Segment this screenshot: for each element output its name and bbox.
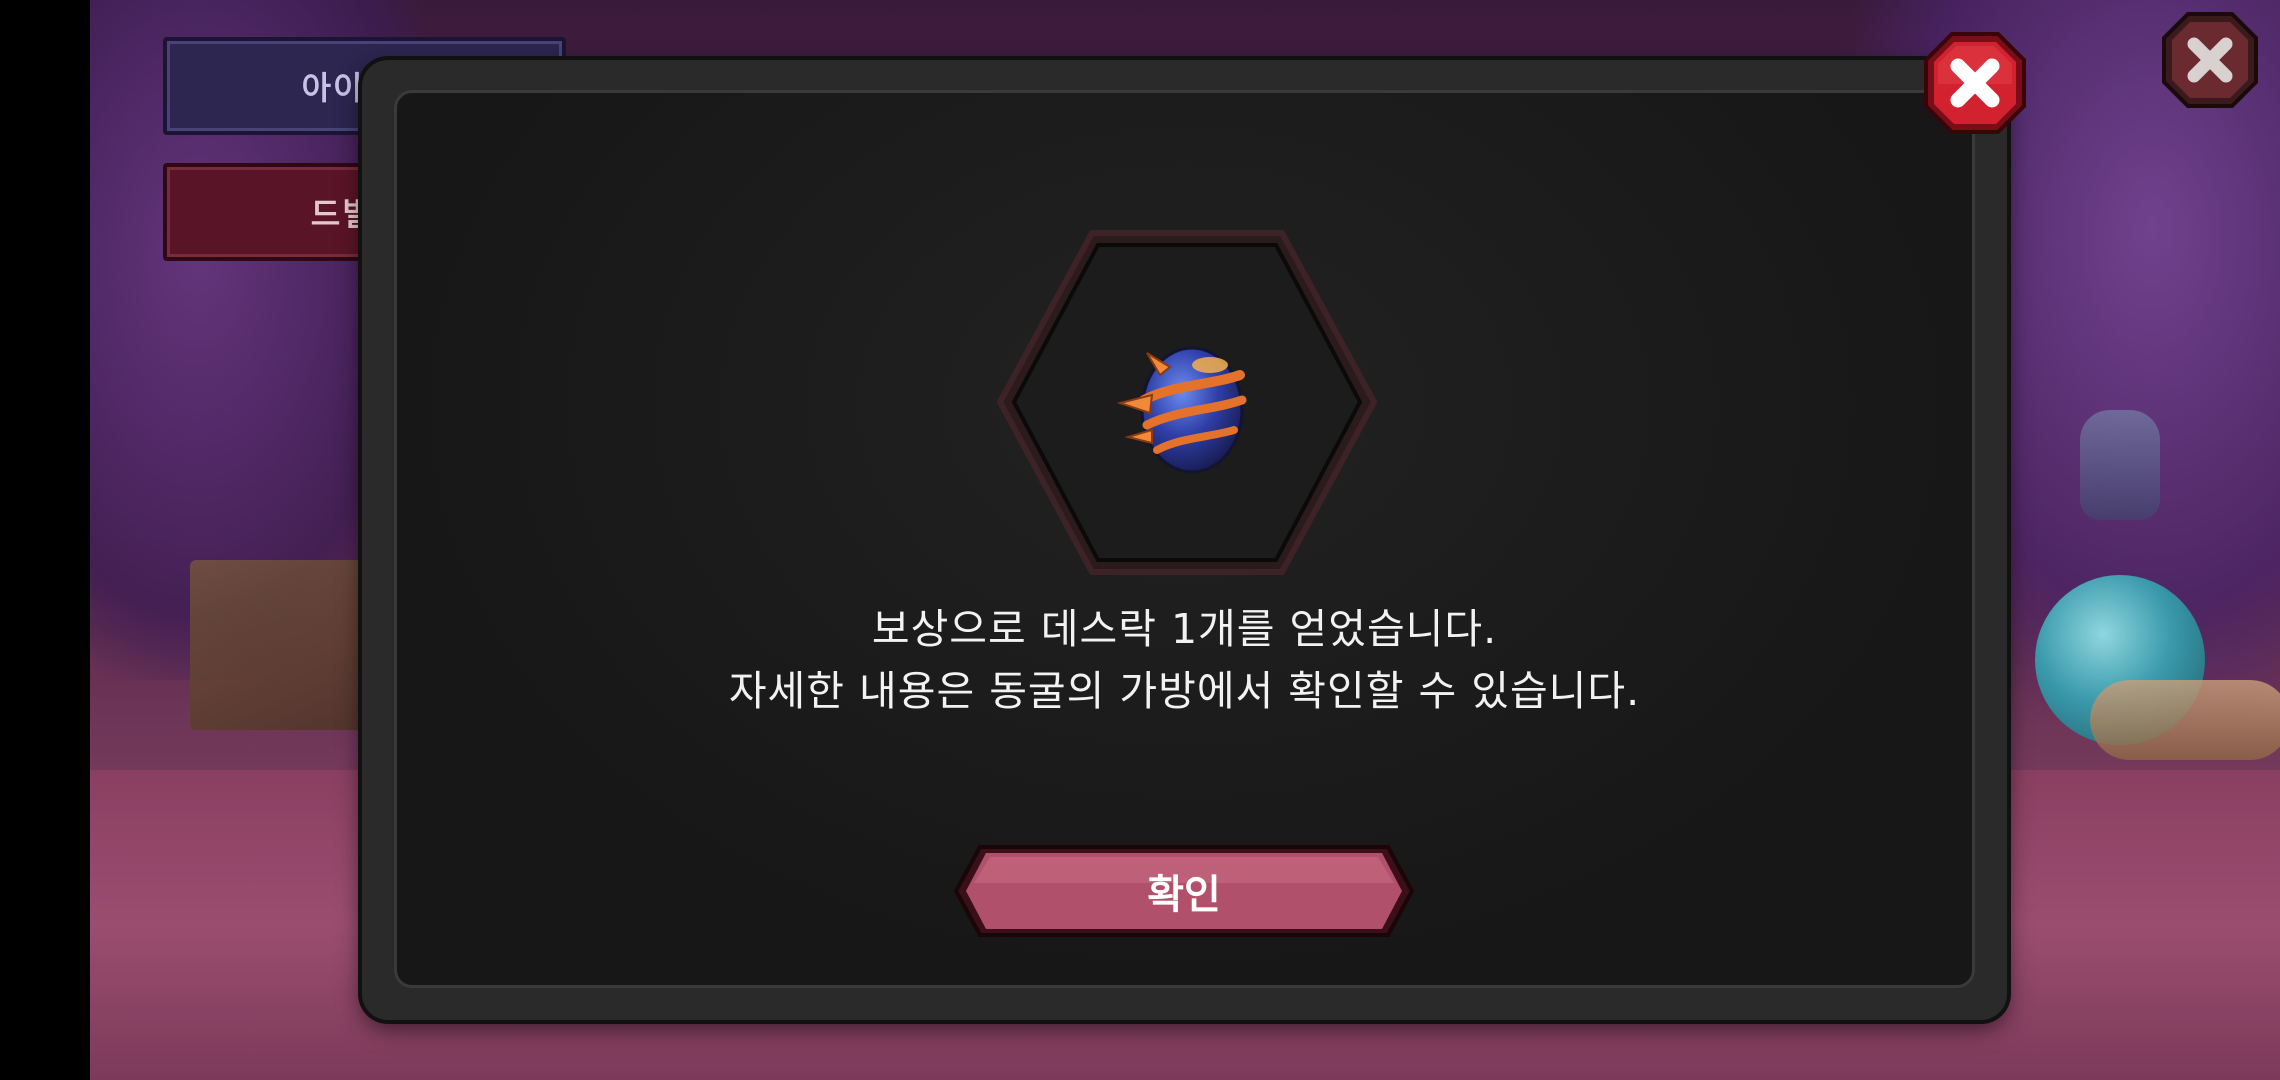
background-close-button[interactable] (2160, 10, 2260, 110)
confirm-label: 확인 (1147, 872, 1221, 918)
dialog-close-button[interactable] (1920, 28, 2030, 138)
scroll-decoration (2090, 680, 2280, 760)
screen-letterbox (0, 0, 90, 1080)
jar-decoration (2080, 410, 2160, 520)
confirm-button[interactable]: 확인 (952, 843, 1416, 939)
message-line-1: 보상으로 데스락 1개를 얻었습니다. (871, 605, 1498, 653)
reward-message: 보상으로 데스락 1개를 얻었습니다. 자세한 내용은 동굴의 가방에서 확인할… (362, 598, 2007, 722)
message-line-2: 자세한 내용은 동굴의 가방에서 확인할 수 있습니다. (728, 667, 1641, 715)
reward-item-frame (996, 230, 1378, 575)
